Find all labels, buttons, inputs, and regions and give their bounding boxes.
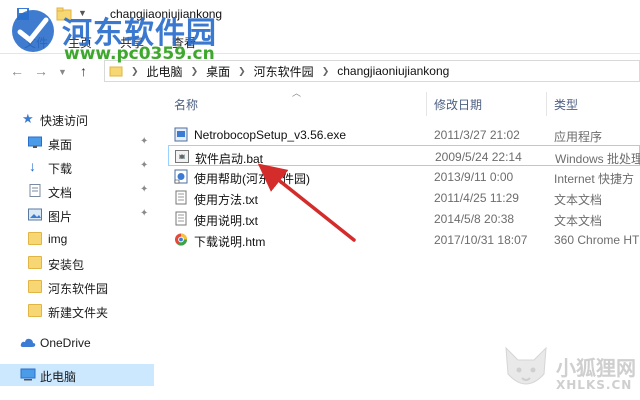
pin-icon[interactable]: ✦	[140, 184, 148, 195]
file-type: 360 Chrome HT	[554, 233, 640, 247]
chevron-right-icon[interactable]: ❯	[322, 66, 330, 77]
file-date: 2014/5/8 20:38	[434, 212, 515, 226]
file-name: NetrobocopSetup_v3.56.exe	[194, 128, 347, 142]
file-row[interactable]: 使用帮助(河东软件园) 2013/9/11 0:00 Internet 快捷方	[168, 166, 640, 187]
pin-icon[interactable]: ✦	[140, 136, 148, 147]
watermark-site-url: www.pc0359.cn	[64, 44, 215, 64]
nav-item-label: 文档	[48, 186, 73, 200]
nav-item-downloads[interactable]: ↓ 下载 ✦	[0, 156, 154, 178]
chevron-right-icon[interactable]: ❯	[191, 66, 199, 77]
folder-icon	[28, 280, 42, 293]
nav-item-hedong[interactable]: 河东软件园	[0, 276, 154, 298]
file-type: 文本文档	[554, 193, 603, 207]
nav-item-new-folder[interactable]: 新建文件夹	[0, 300, 154, 322]
nav-item-onedrive[interactable]: OneDrive	[0, 332, 154, 354]
forward-icon[interactable]: →	[34, 63, 48, 79]
column-divider[interactable]	[546, 92, 547, 116]
shortcut-icon	[174, 169, 188, 184]
sort-ascending-icon: ︿	[292, 88, 302, 98]
exe-icon	[174, 127, 188, 142]
nav-item-desktop[interactable]: 桌面 ✦	[0, 132, 154, 154]
breadcrumb-this-pc[interactable]: 此电脑	[147, 63, 183, 80]
navigation-pane: ★ 快速访问 桌面 ✦ ↓ 下载 ✦ 文档 ✦ 图片 ✦ img 安装包 河东软…	[0, 92, 158, 400]
nav-item-label: 安装包	[48, 258, 85, 272]
column-header-name[interactable]: 名称	[174, 96, 198, 116]
column-header-type[interactable]: 类型	[554, 96, 578, 116]
computer-icon	[20, 368, 36, 381]
folder-icon	[28, 304, 42, 317]
chevron-right-icon[interactable]: ❯	[238, 66, 246, 77]
column-header-date[interactable]: 修改日期	[434, 96, 482, 116]
bat-icon	[175, 150, 189, 163]
pin-icon[interactable]: ✦	[140, 160, 148, 171]
watermark-logo-icon	[12, 10, 54, 52]
file-date: 2011/3/27 21:02	[434, 128, 520, 142]
folder-icon	[28, 232, 42, 245]
nav-item-label: 下载	[48, 162, 73, 176]
breadcrumb-current[interactable]: changjiaoniujiankong	[337, 64, 449, 78]
nav-item-install-packages[interactable]: 安装包	[0, 252, 154, 274]
file-type: 应用程序	[554, 130, 603, 144]
watermark-corner-name: 小狐狸网	[556, 356, 636, 380]
file-name: 使用说明.txt	[194, 214, 259, 228]
nav-item-label: 此电脑	[40, 370, 77, 384]
nav-item-label: OneDrive	[40, 336, 91, 350]
file-date: 2013/9/11 0:00	[434, 170, 514, 184]
txt-icon	[175, 211, 187, 226]
nav-item-label: img	[48, 232, 68, 246]
file-type: Internet 快捷方	[554, 172, 635, 186]
file-date: 2011/4/25 11:29	[434, 191, 519, 205]
star-icon: ★	[22, 111, 34, 126]
chevron-down-icon[interactable]: ▼	[58, 67, 67, 77]
column-divider[interactable]	[426, 92, 427, 116]
nav-item-this-pc[interactable]: 此电脑	[0, 364, 154, 386]
nav-item-pictures[interactable]: 图片 ✦	[0, 204, 154, 226]
document-icon	[29, 184, 41, 197]
nav-item-label: 快速访问	[40, 114, 89, 128]
folder-icon	[28, 256, 42, 269]
file-row-highlighted[interactable]: 软件启动.bat 2009/5/24 22:14 Windows 批处理	[168, 145, 640, 166]
desktop-icon	[28, 136, 42, 148]
nav-item-quick-access[interactable]: ★ 快速访问	[0, 108, 154, 130]
file-name: 下载说明.htm	[194, 235, 266, 249]
file-row[interactable]: NetrobocopSetup_v3.56.exe 2011/3/27 21:0…	[168, 124, 640, 145]
nav-item-label: 图片	[48, 210, 73, 224]
nav-item-img[interactable]: img	[0, 228, 154, 250]
watermark-corner-url: XHLKS.CN	[556, 378, 633, 392]
fox-logo-icon	[505, 346, 547, 385]
htm-icon	[175, 233, 187, 246]
file-type: 文本文档	[554, 214, 603, 228]
nav-item-label: 桌面	[48, 138, 73, 152]
breadcrumb-desktop[interactable]: 桌面	[206, 63, 230, 80]
file-name: 软件启动.bat	[195, 152, 264, 166]
chevron-right-icon[interactable]: ❯	[131, 66, 139, 77]
up-icon[interactable]: ↑	[80, 63, 87, 79]
file-row[interactable]: 下载说明.htm 2017/10/31 18:07 360 Chrome HT	[168, 229, 640, 250]
nav-item-documents[interactable]: 文档 ✦	[0, 180, 154, 202]
breadcrumb-hedong[interactable]: 河东软件园	[254, 63, 314, 80]
cloud-icon	[20, 338, 36, 347]
back-icon[interactable]: ←	[10, 63, 24, 79]
file-date: 2009/5/24 22:14	[435, 150, 522, 164]
pin-icon[interactable]: ✦	[140, 208, 148, 219]
file-type: Windows 批处理	[555, 152, 640, 166]
file-row[interactable]: 使用方法.txt 2011/4/25 11:29 文本文档	[168, 187, 640, 208]
nav-item-label: 新建文件夹	[48, 306, 109, 320]
folder-icon	[109, 66, 123, 77]
file-row[interactable]: 使用说明.txt 2014/5/8 20:38 文本文档	[168, 208, 640, 229]
file-date: 2017/10/31 18:07	[434, 233, 528, 247]
txt-icon	[175, 190, 187, 205]
file-name: 使用方法.txt	[194, 193, 259, 207]
download-icon: ↓	[29, 158, 36, 174]
file-name: 使用帮助(河东软件园)	[194, 172, 310, 186]
nav-item-label: 河东软件园	[48, 282, 109, 296]
picture-icon	[28, 208, 42, 221]
